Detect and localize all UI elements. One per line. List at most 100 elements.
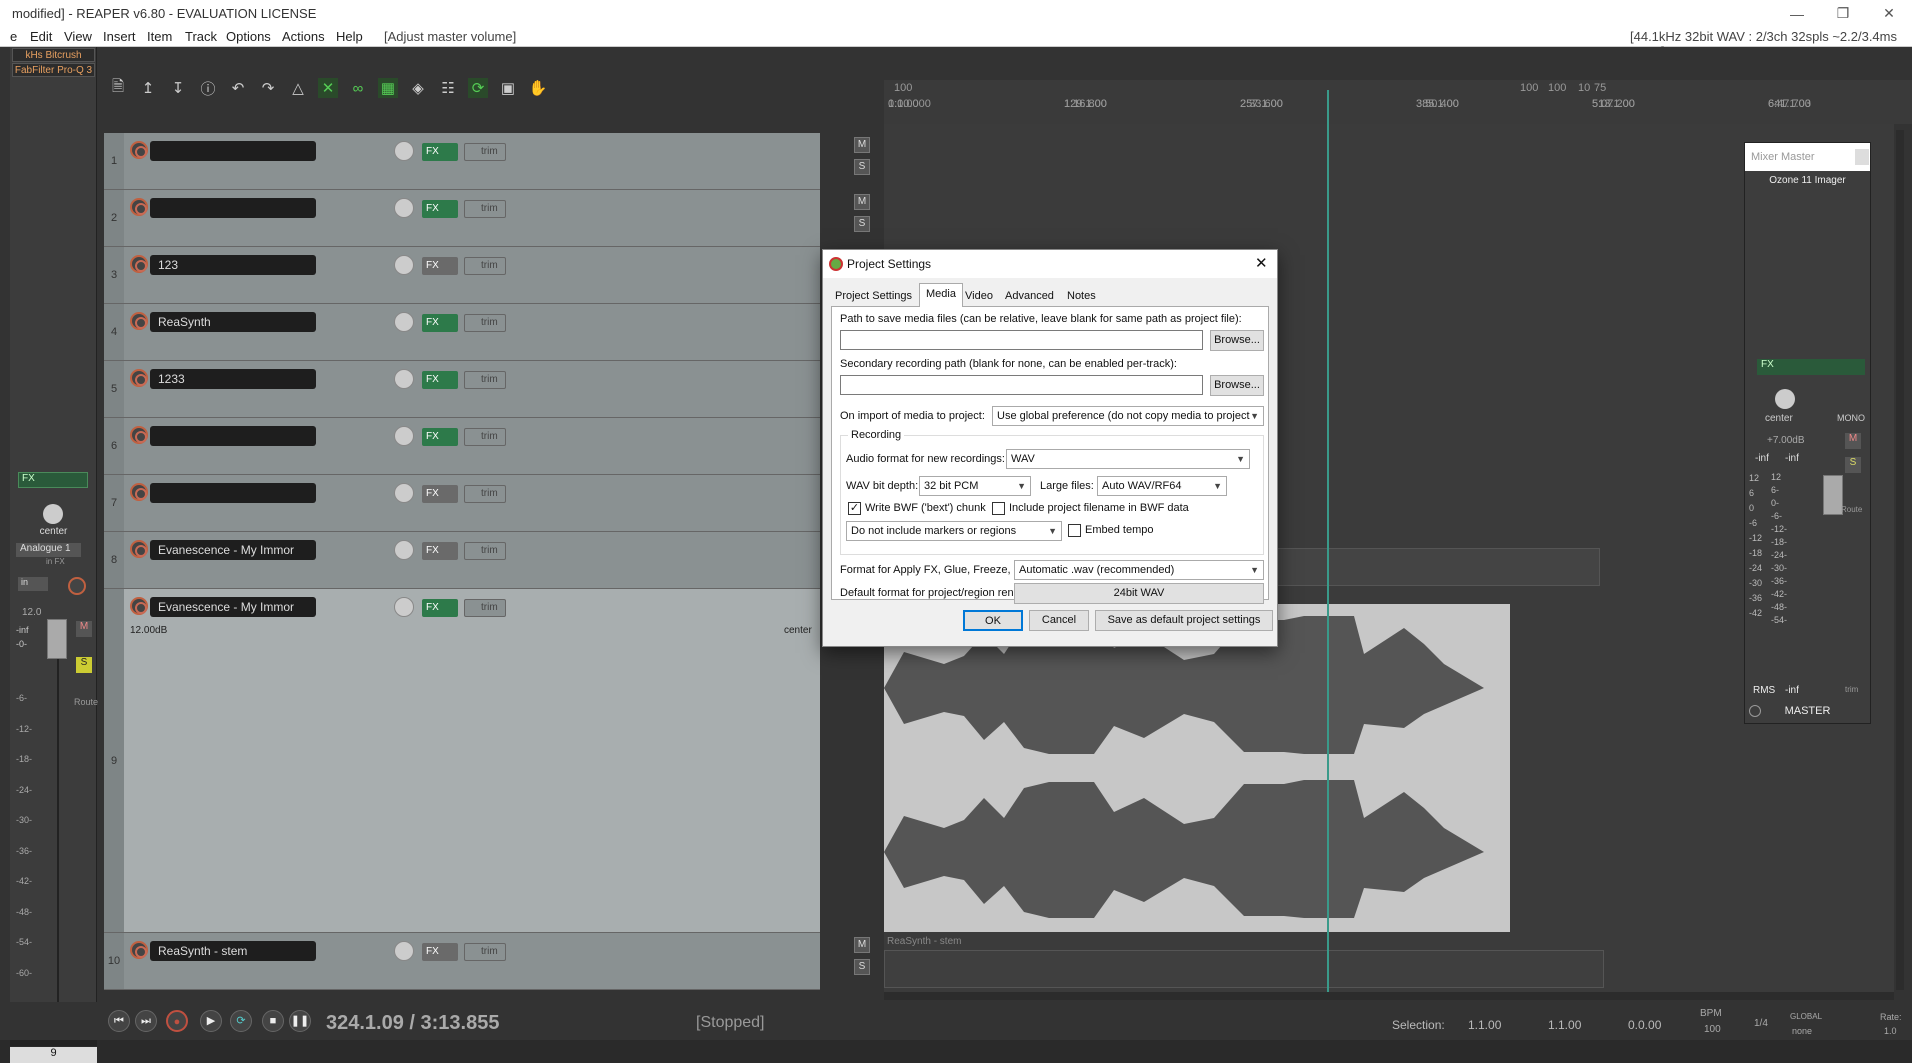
strip-mute-button[interactable]: M	[76, 621, 92, 637]
grid-icon[interactable]: ▦	[378, 78, 398, 98]
tab-project-settings[interactable]: Project Settings	[829, 286, 918, 306]
browse-secondary-button[interactable]: Browse...	[1210, 375, 1264, 396]
input-monitor[interactable]: in	[18, 577, 48, 591]
ripple-edit-icon[interactable]: ✕	[318, 78, 338, 98]
open-project-icon[interactable]: ↥	[138, 78, 158, 98]
stop-icon[interactable]: ■	[262, 1010, 284, 1032]
track-name[interactable]: Evanescence - My Immor	[150, 597, 316, 617]
track-fx-button[interactable]: FX	[422, 314, 458, 332]
track-name[interactable]	[150, 426, 316, 446]
track-name[interactable]	[150, 483, 316, 503]
master-trim-label[interactable]: trim	[1845, 685, 1858, 694]
record-arm-icon[interactable]	[130, 198, 148, 216]
track-solo-button[interactable]: S	[854, 159, 870, 175]
pause-icon[interactable]: ❚❚	[289, 1010, 311, 1032]
track-4[interactable]: 4 ReaSynth FX trim	[104, 304, 820, 361]
tab-advanced[interactable]: Advanced	[999, 286, 1060, 306]
record-arm-icon[interactable]	[130, 426, 148, 444]
track-fx-button[interactable]: FX	[422, 599, 458, 617]
record-arm-icon[interactable]	[130, 597, 148, 615]
repeat-icon[interactable]: ⟳	[230, 1010, 252, 1032]
secondary-path-input[interactable]	[840, 375, 1203, 395]
track-name[interactable]: 1233	[150, 369, 316, 389]
volume-knob[interactable]	[394, 597, 414, 617]
restore-icon[interactable]: ❐	[1820, 0, 1866, 27]
record-arm-icon[interactable]	[130, 941, 148, 959]
master-fx-plugin[interactable]: Ozone 11 Imager	[1745, 175, 1870, 186]
record-arm-icon[interactable]	[130, 255, 148, 273]
volume-knob[interactable]	[394, 141, 414, 161]
track-fx-button[interactable]: FX	[422, 143, 458, 161]
tab-media[interactable]: Media	[919, 283, 963, 307]
selection-length[interactable]: 0.0.00	[1628, 1018, 1661, 1032]
track-fx-button[interactable]: FX	[422, 943, 458, 961]
trim-button[interactable]: trim	[464, 428, 506, 446]
go-start-icon[interactable]: ⏮	[108, 1010, 130, 1032]
menu-edit[interactable]: Edit	[30, 29, 52, 44]
track-name[interactable]: ReaSynth	[150, 312, 316, 332]
track-mute-button[interactable]: M	[854, 937, 870, 953]
large-files-select[interactable]: Auto WAV/RF64 ▼	[1097, 476, 1227, 496]
wav-depth-select[interactable]: 32 bit PCM ▼	[919, 476, 1031, 496]
track-2[interactable]: 2 FX trim	[104, 190, 820, 247]
pan-knob[interactable]	[43, 504, 63, 524]
snap-icon[interactable]: ☷	[438, 78, 458, 98]
trim-button[interactable]: trim	[464, 314, 506, 332]
track-fx-button[interactable]: FX	[422, 200, 458, 218]
import-select[interactable]: Use global preference (do not copy media…	[992, 406, 1264, 426]
menu-options[interactable]: Options	[226, 29, 271, 44]
horizontal-scrollbar[interactable]	[884, 992, 1894, 1000]
markers-select[interactable]: Do not include markers or regions ▼	[846, 521, 1062, 541]
track-3[interactable]: 3 123 FX trim	[104, 247, 820, 304]
envelope-icon[interactable]: ◈	[408, 78, 428, 98]
volume-knob[interactable]	[394, 312, 414, 332]
track-solo-button[interactable]: S	[854, 959, 870, 975]
track-9[interactable]: 9 Evanescence - My Immor FX trim 12.00dB cent…	[104, 589, 820, 933]
trim-button[interactable]: trim	[464, 257, 506, 275]
fx-slot-1[interactable]: kHs Bitcrush	[12, 48, 95, 62]
track-name[interactable]	[150, 198, 316, 218]
track-fx-button[interactable]: FX	[422, 371, 458, 389]
mono-label[interactable]: MONO	[1837, 413, 1865, 423]
global-value[interactable]: none	[1792, 1026, 1812, 1036]
new-project-icon[interactable]: 🗎	[108, 78, 128, 98]
close-window-icon[interactable]: ✕	[1866, 0, 1912, 27]
redo-icon[interactable]: ↷	[258, 78, 278, 98]
volume-knob[interactable]	[394, 198, 414, 218]
tab-video[interactable]: Video	[959, 286, 999, 306]
strip-route-label[interactable]: Route	[74, 697, 98, 707]
track-name[interactable]: 123	[150, 255, 316, 275]
media-item-track10[interactable]	[884, 950, 1604, 988]
save-default-button[interactable]: Save as default project settings	[1095, 610, 1273, 631]
track-6[interactable]: 6 FX trim	[104, 418, 820, 475]
track-name[interactable]	[150, 141, 316, 161]
track-8[interactable]: 8 Evanescence - My Immor FX trim	[104, 532, 820, 589]
volume-knob[interactable]	[394, 483, 414, 503]
media-item-track8[interactable]	[1270, 548, 1600, 586]
trim-button[interactable]: trim	[464, 542, 506, 560]
hand-icon[interactable]: ✋	[528, 78, 548, 98]
input-select[interactable]: Analogue 1	[16, 543, 81, 557]
vertical-scrollbar[interactable]	[1896, 130, 1904, 990]
volume-knob[interactable]	[394, 369, 414, 389]
record-arm-icon[interactable]	[130, 540, 148, 558]
volume-knob[interactable]	[394, 426, 414, 446]
include-filename-checkbox[interactable]	[992, 502, 1005, 515]
menu-track[interactable]: Track	[185, 29, 217, 44]
selection-end[interactable]: 1.1.00	[1548, 1018, 1581, 1032]
track-7[interactable]: 7 FX trim	[104, 475, 820, 532]
undo-icon[interactable]: ↶	[228, 78, 248, 98]
media-item-selected[interactable]	[884, 604, 1510, 932]
tab-notes[interactable]: Notes	[1061, 286, 1102, 306]
track-10[interactable]: 10 ReaSynth - stem FX trim	[104, 933, 820, 990]
bwf-checkbox[interactable]: ✓	[848, 502, 861, 515]
embed-tempo-checkbox[interactable]	[1068, 524, 1081, 537]
trim-button[interactable]: trim	[464, 200, 506, 218]
track-fx-button[interactable]: FX	[422, 257, 458, 275]
link-icon[interactable]: ∞	[348, 78, 368, 98]
play-icon[interactable]: ▶	[200, 1010, 222, 1032]
record-arm-icon[interactable]	[130, 141, 148, 159]
record-arm-icon[interactable]	[130, 312, 148, 330]
menu-file[interactable]: e	[10, 29, 17, 44]
selection-start[interactable]: 1.1.00	[1468, 1018, 1501, 1032]
